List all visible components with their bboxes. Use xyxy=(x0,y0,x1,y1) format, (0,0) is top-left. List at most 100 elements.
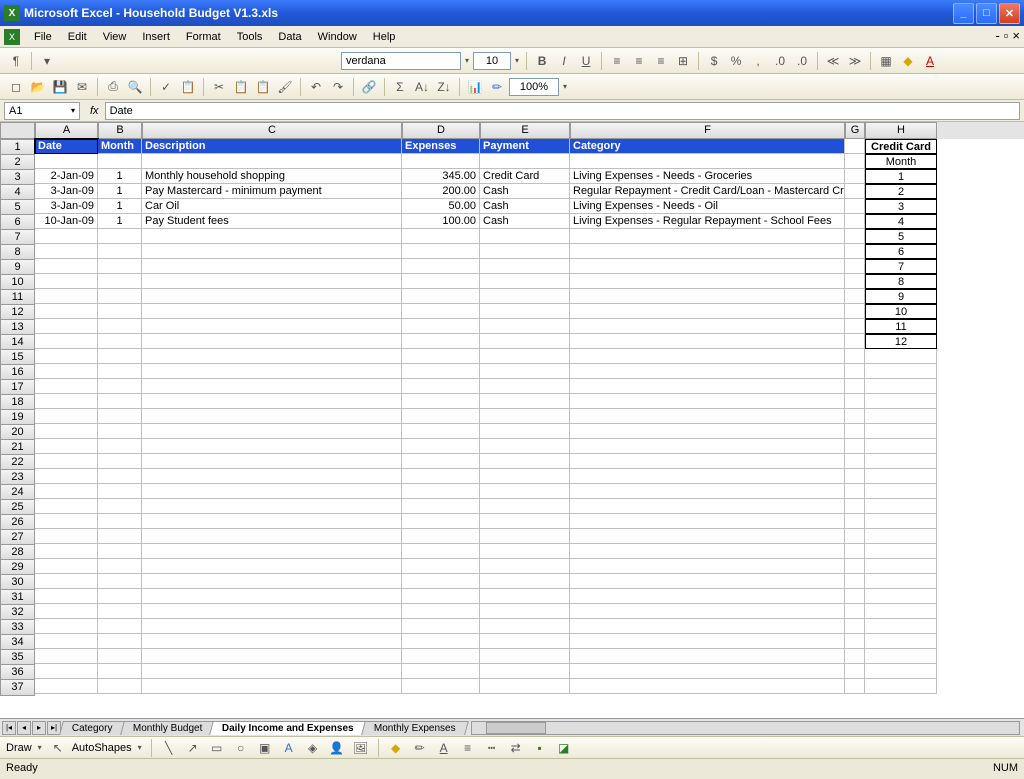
cell[interactable] xyxy=(570,634,845,649)
cell[interactable]: 10 xyxy=(865,304,937,319)
cell[interactable] xyxy=(570,229,845,244)
cell[interactable] xyxy=(35,154,98,169)
decrease-decimal-button[interactable]: .0 xyxy=(792,51,812,71)
menu-help[interactable]: Help xyxy=(365,29,404,45)
cell[interactable] xyxy=(35,409,98,424)
cell[interactable] xyxy=(480,289,570,304)
undo-button[interactable]: ↶ xyxy=(306,77,326,97)
cell[interactable] xyxy=(402,529,480,544)
cell[interactable] xyxy=(480,589,570,604)
cell[interactable] xyxy=(845,439,865,454)
zoom-select[interactable]: 100% xyxy=(509,78,559,96)
cell[interactable] xyxy=(35,544,98,559)
cell[interactable] xyxy=(865,484,937,499)
save-button[interactable]: 💾 xyxy=(50,77,70,97)
cell[interactable]: 50.00 xyxy=(402,199,480,214)
cell[interactable] xyxy=(142,559,402,574)
cell[interactable] xyxy=(35,484,98,499)
cell[interactable] xyxy=(865,679,937,694)
cell[interactable]: Living Expenses - Needs - Groceries xyxy=(570,169,845,184)
menu-window[interactable]: Window xyxy=(310,29,365,45)
cell[interactable]: 2-Jan-09 xyxy=(35,169,98,184)
font-size-select[interactable]: 10 xyxy=(473,52,511,70)
tab-daily-income[interactable]: Daily Income and Expenses xyxy=(209,721,366,735)
cell[interactable] xyxy=(402,244,480,259)
cell[interactable] xyxy=(402,154,480,169)
cell[interactable] xyxy=(480,634,570,649)
cell[interactable]: 3-Jan-09 xyxy=(35,199,98,214)
cell[interactable] xyxy=(865,664,937,679)
cell[interactable] xyxy=(98,349,142,364)
cell[interactable] xyxy=(35,289,98,304)
cell[interactable] xyxy=(402,334,480,349)
cell[interactable] xyxy=(570,154,845,169)
cell[interactable] xyxy=(98,154,142,169)
cell[interactable] xyxy=(845,484,865,499)
cell[interactable] xyxy=(570,424,845,439)
cell[interactable] xyxy=(570,364,845,379)
align-right-button[interactable]: ≡ xyxy=(651,51,671,71)
cell[interactable] xyxy=(98,559,142,574)
cell[interactable] xyxy=(845,544,865,559)
cell[interactable] xyxy=(480,499,570,514)
cell[interactable] xyxy=(865,349,937,364)
horizontal-scrollbar[interactable] xyxy=(471,721,1020,735)
cell[interactable] xyxy=(142,349,402,364)
cell[interactable]: Date xyxy=(35,139,98,154)
cell[interactable] xyxy=(402,514,480,529)
tab-prev-button[interactable]: ◂ xyxy=(17,721,31,735)
cell[interactable]: 100.00 xyxy=(402,214,480,229)
cell[interactable] xyxy=(570,544,845,559)
cell[interactable] xyxy=(570,394,845,409)
print-button[interactable]: ⎙ xyxy=(103,77,123,97)
cell[interactable] xyxy=(402,364,480,379)
cell[interactable] xyxy=(480,394,570,409)
cell[interactable] xyxy=(142,409,402,424)
tab-first-button[interactable]: |◂ xyxy=(2,721,16,735)
cell[interactable] xyxy=(480,484,570,499)
cell[interactable] xyxy=(845,364,865,379)
cell[interactable] xyxy=(98,319,142,334)
cell[interactable] xyxy=(845,619,865,634)
cell[interactable]: 12 xyxy=(865,334,937,349)
cell[interactable] xyxy=(480,334,570,349)
cell[interactable] xyxy=(142,304,402,319)
cell[interactable] xyxy=(402,304,480,319)
cell[interactable] xyxy=(865,379,937,394)
cell[interactable] xyxy=(845,499,865,514)
align-center-button[interactable]: ≡ xyxy=(629,51,649,71)
cell[interactable] xyxy=(142,229,402,244)
menu-data[interactable]: Data xyxy=(270,29,309,45)
cell[interactable] xyxy=(142,454,402,469)
cell[interactable] xyxy=(480,424,570,439)
cell[interactable]: 345.00 xyxy=(402,169,480,184)
cell[interactable] xyxy=(570,454,845,469)
cut-button[interactable]: ✂ xyxy=(209,77,229,97)
tab-next-button[interactable]: ▸ xyxy=(32,721,46,735)
cell[interactable] xyxy=(570,304,845,319)
chevron-down-icon[interactable]: ▾ xyxy=(36,743,44,752)
cell[interactable] xyxy=(570,244,845,259)
cell[interactable]: 5 xyxy=(865,229,937,244)
cell[interactable] xyxy=(142,379,402,394)
cell[interactable] xyxy=(98,499,142,514)
menu-edit[interactable]: Edit xyxy=(60,29,95,45)
cell[interactable] xyxy=(845,514,865,529)
cell[interactable]: 1 xyxy=(98,199,142,214)
cell[interactable] xyxy=(402,544,480,559)
cell[interactable] xyxy=(865,499,937,514)
cell[interactable] xyxy=(35,334,98,349)
cell[interactable] xyxy=(845,259,865,274)
cell[interactable] xyxy=(845,169,865,184)
cell[interactable] xyxy=(35,304,98,319)
cell[interactable] xyxy=(98,364,142,379)
cell[interactable] xyxy=(865,604,937,619)
cell[interactable] xyxy=(865,619,937,634)
cell[interactable] xyxy=(845,559,865,574)
cell[interactable] xyxy=(845,664,865,679)
cell[interactable] xyxy=(35,439,98,454)
cell[interactable] xyxy=(845,154,865,169)
cell[interactable] xyxy=(480,244,570,259)
cell[interactable] xyxy=(402,289,480,304)
select-objects-button[interactable]: ↖ xyxy=(48,738,68,758)
